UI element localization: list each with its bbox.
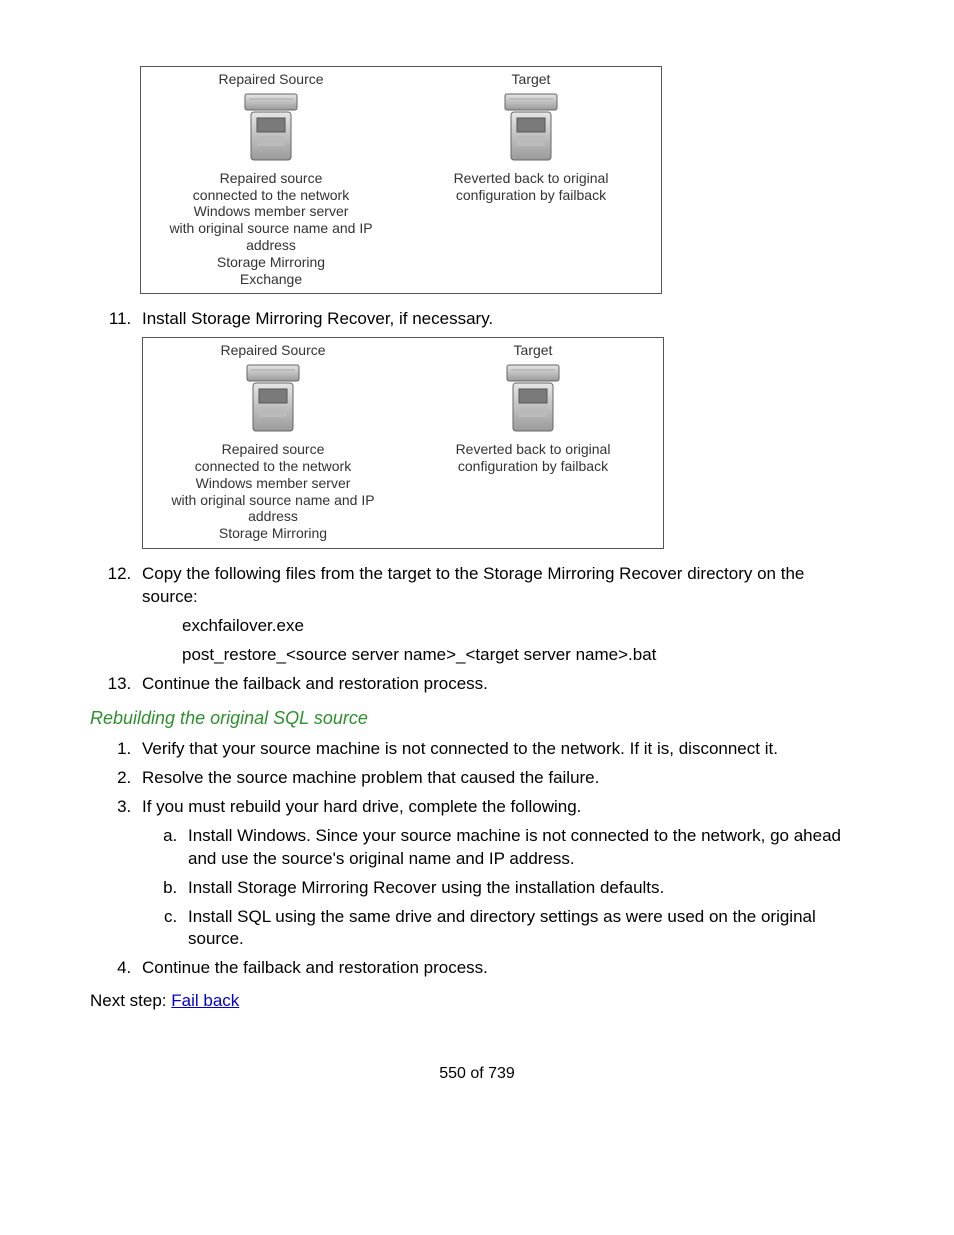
next-step-label: Next step:	[90, 991, 171, 1010]
server-icon	[245, 363, 301, 435]
step-12-text: Copy the following files from the target…	[142, 564, 804, 606]
diagram-storage-mirroring: Repaired Source	[142, 337, 664, 549]
sql-step-3b-text: Install Storage Mirroring Recover using …	[188, 878, 664, 897]
diagram1-left-caption-5: Storage Mirroring	[145, 254, 397, 271]
diagram2-right-caption-1: Reverted back to original	[407, 441, 659, 458]
diagram2-right-caption-2: configuration by failback	[407, 458, 659, 475]
diagram2-left-caption-3: Windows member server	[147, 475, 399, 492]
sql-step-4-text: Continue the failback and restoration pr…	[142, 958, 488, 977]
page-number: 550 of 739	[90, 1063, 864, 1085]
section-heading-sql: Rebuilding the original SQL source	[90, 706, 864, 730]
sql-step-4: Continue the failback and restoration pr…	[136, 957, 864, 980]
step-13-text: Continue the failback and restoration pr…	[142, 674, 488, 693]
sql-step-3c-text: Install SQL using the same drive and dir…	[188, 907, 816, 949]
sql-step-3-text: If you must rebuild your hard drive, com…	[142, 797, 581, 816]
file-2: post_restore_<source server name>_<targe…	[182, 644, 864, 667]
fail-back-link[interactable]: Fail back	[171, 991, 239, 1010]
diagram2-left-caption-5: Storage Mirroring	[147, 525, 399, 542]
diagram1-left-title: Repaired Source	[145, 71, 397, 88]
sql-step-1: Verify that your source machine is not c…	[136, 738, 864, 761]
step-11-text: Install Storage Mirroring Recover, if ne…	[142, 309, 493, 328]
diagram2-right-title: Target	[407, 342, 659, 359]
next-step-line: Next step: Fail back	[90, 990, 864, 1013]
sql-step-2: Resolve the source machine problem that …	[136, 767, 864, 790]
diagram2-left-title: Repaired Source	[147, 342, 399, 359]
sql-step-3b: Install Storage Mirroring Recover using …	[182, 877, 864, 900]
diagram-exchange: Repaired Source Repair	[140, 66, 662, 294]
step-12: Copy the following files from the target…	[136, 563, 864, 667]
step-11: Install Storage Mirroring Recover, if ne…	[136, 308, 864, 549]
sql-step-2-text: Resolve the source machine problem that …	[142, 768, 599, 787]
diagram1-left-caption-4: with original source name and IP address	[145, 220, 397, 254]
diagram2-left-caption-2: connected to the network	[147, 458, 399, 475]
sql-step-3c: Install SQL using the same drive and dir…	[182, 906, 864, 952]
step-13: Continue the failback and restoration pr…	[136, 673, 864, 696]
diagram1-left-caption-2: connected to the network	[145, 187, 397, 204]
diagram2-left-caption-4: with original source name and IP address	[147, 492, 399, 526]
sql-step-3a-text: Install Windows. Since your source machi…	[188, 826, 841, 868]
diagram1-left-caption-6: Exchange	[145, 271, 397, 288]
diagram1-right-caption-2: configuration by failback	[405, 187, 657, 204]
diagram1-left-caption-1: Repaired source	[145, 170, 397, 187]
server-icon	[503, 92, 559, 164]
server-icon	[243, 92, 299, 164]
sql-step-3a: Install Windows. Since your source machi…	[182, 825, 864, 871]
file-1: exchfailover.exe	[182, 615, 864, 638]
sql-step-3: If you must rebuild your hard drive, com…	[136, 796, 864, 952]
diagram1-right-title: Target	[405, 71, 657, 88]
sql-step-1-text: Verify that your source machine is not c…	[142, 739, 778, 758]
diagram2-left-caption-1: Repaired source	[147, 441, 399, 458]
diagram1-right-caption-1: Reverted back to original	[405, 170, 657, 187]
diagram1-left-caption-3: Windows member server	[145, 203, 397, 220]
server-icon	[505, 363, 561, 435]
